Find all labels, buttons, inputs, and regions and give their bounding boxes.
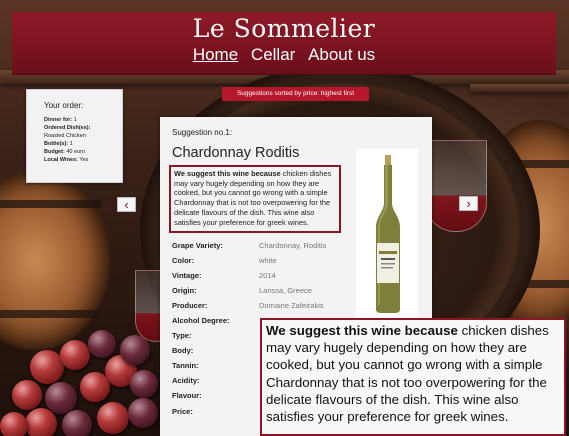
wine-name: Chardonnay Roditis xyxy=(172,145,300,161)
sort-banner[interactable]: Suggestions sorted by price: highest fir… xyxy=(222,87,369,101)
nav-cellar-link[interactable]: Cellar xyxy=(251,45,295,64)
prev-suggestion-button[interactable]: ‹ xyxy=(117,197,136,212)
site-header: Le Sommelier Home Cellar About us xyxy=(12,12,556,75)
nav-home-link[interactable]: Home xyxy=(193,45,238,64)
order-row: Roasted Chicken xyxy=(44,133,86,139)
order-row: Budget: 40 euro xyxy=(44,149,85,155)
order-row: Dinner for: 1 xyxy=(44,117,77,123)
order-row: Bottle(s): 1 xyxy=(44,141,73,147)
order-title: Your order: xyxy=(44,101,84,110)
detail-row: Producer: Domaine Zafeirakis xyxy=(172,301,324,310)
suggestion-reason: We suggest this wine because chicken dis… xyxy=(169,165,341,233)
order-details: Dinner for: 1 Ordered Dish(es): Roasted … xyxy=(44,116,90,164)
next-suggestion-button[interactable]: › xyxy=(459,196,478,211)
detail-row: Color: white xyxy=(172,256,277,265)
detail-row: Vintage: 2014 xyxy=(172,271,276,280)
order-row: Local Wines: Yes xyxy=(44,157,89,163)
order-row: Ordered Dish(es): xyxy=(44,125,91,131)
chevron-right-icon: › xyxy=(466,196,471,211)
chevron-left-icon: ‹ xyxy=(124,197,129,212)
order-summary: Your order: Dinner for: 1 Ordered Dish(e… xyxy=(26,89,123,183)
nav-about-link[interactable]: About us xyxy=(308,45,375,64)
wine-bottle-icon xyxy=(376,155,400,313)
detail-row: Grape Variety: Chardonnay, Roditis xyxy=(172,241,327,250)
reason-zoom-callout: We suggest this wine because chicken dis… xyxy=(260,318,566,436)
suggestion-number: Suggestion no.1: xyxy=(172,128,233,137)
site-title: Le Sommelier xyxy=(192,14,376,43)
detail-row: Origin: Larissa, Greece xyxy=(172,286,312,295)
main-nav: Home Cellar About us xyxy=(12,45,556,65)
wine-bottle-image xyxy=(356,149,418,319)
